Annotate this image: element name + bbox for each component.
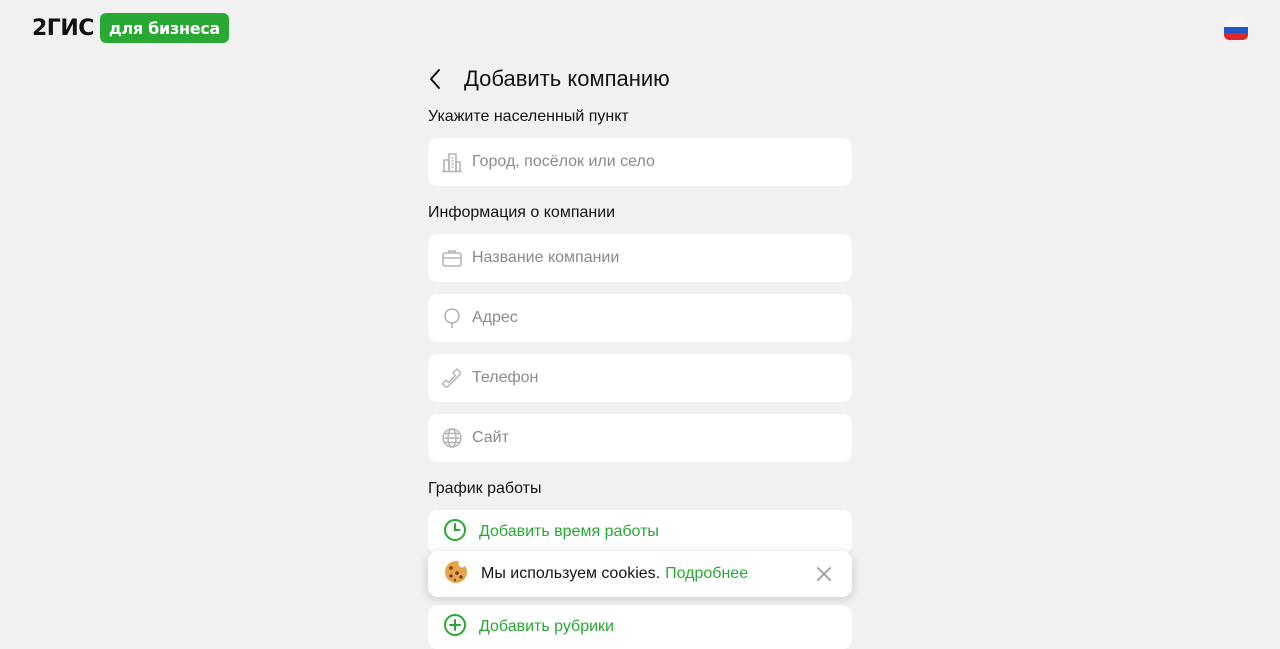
logo-wordmark: 2ГИС bbox=[32, 15, 94, 41]
phone-input[interactable] bbox=[470, 353, 852, 403]
close-icon[interactable] bbox=[814, 564, 834, 584]
phone-icon bbox=[440, 366, 464, 390]
language-flag-icon[interactable] bbox=[1224, 20, 1248, 40]
add-hours-button[interactable]: Добавить время работы bbox=[428, 510, 852, 554]
add-rubrics-button[interactable]: Добавить рубрики bbox=[428, 605, 852, 649]
buildings-icon bbox=[440, 150, 464, 174]
company-name-field[interactable] bbox=[428, 233, 852, 283]
address-input[interactable] bbox=[470, 293, 852, 343]
add-hours-label: Добавить время работы bbox=[479, 523, 659, 540]
locality-input[interactable] bbox=[470, 137, 852, 187]
cookie-icon bbox=[443, 559, 469, 590]
site-field[interactable] bbox=[428, 413, 852, 463]
cookie-text: Мы используем cookies. bbox=[481, 565, 661, 582]
briefcase-icon bbox=[440, 246, 464, 270]
company-info-label: Информация о компании bbox=[428, 204, 616, 221]
globe-icon bbox=[440, 426, 464, 450]
plus-circle-icon bbox=[443, 613, 467, 642]
logo-badge: для бизнеса bbox=[99, 13, 229, 43]
back-arrow-icon[interactable] bbox=[428, 66, 454, 92]
logo[interactable]: 2ГИС для бизнеса bbox=[32, 13, 229, 43]
page-title: Добавить компанию bbox=[464, 66, 670, 91]
page-header: Добавить компанию bbox=[428, 62, 670, 96]
add-rubrics-label: Добавить рубрики bbox=[479, 618, 614, 635]
address-field[interactable] bbox=[428, 293, 852, 343]
site-input[interactable] bbox=[470, 413, 852, 463]
pin-icon bbox=[440, 306, 464, 330]
cookie-more-link[interactable]: Подробнее bbox=[665, 565, 748, 583]
schedule-label: График работы bbox=[428, 480, 542, 497]
phone-field[interactable] bbox=[428, 353, 852, 403]
locality-field[interactable] bbox=[428, 137, 852, 187]
clock-icon bbox=[443, 518, 467, 547]
company-name-input[interactable] bbox=[470, 233, 852, 283]
locality-label: Укажите населенный пункт bbox=[428, 108, 629, 125]
cookie-banner: Мы используем cookies. Подробнее bbox=[428, 551, 852, 597]
